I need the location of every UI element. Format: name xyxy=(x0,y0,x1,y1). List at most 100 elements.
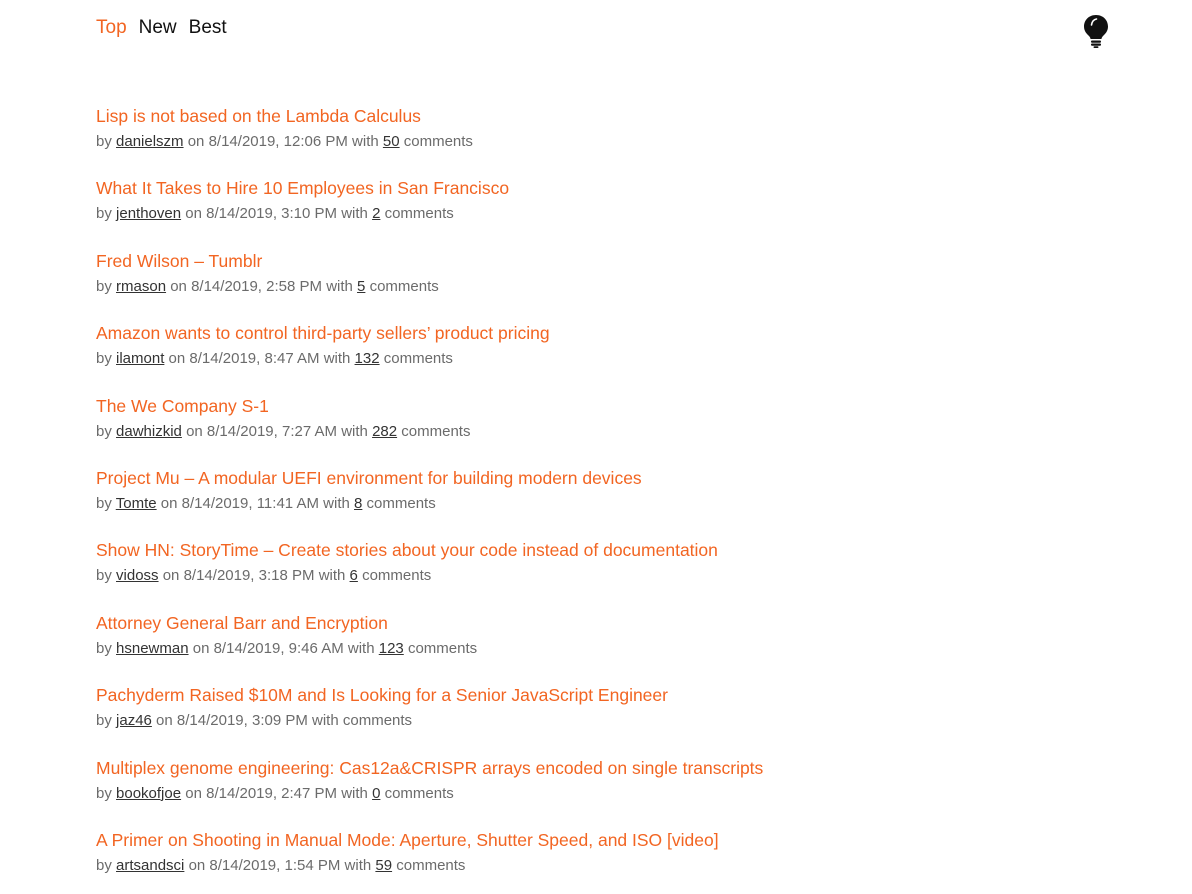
meta-with-text: with xyxy=(312,712,339,730)
meta-with-text: with xyxy=(344,856,372,874)
story-date: 8/14/2019, 9:46 AM xyxy=(213,639,344,657)
lightbulb-icon xyxy=(1084,15,1108,48)
story-item: Multiplex genome engineering: Cas12a&CRI… xyxy=(96,755,1096,827)
story-meta: by hsnewman on 8/14/2019, 9:46 AM with 1… xyxy=(96,638,1096,660)
comments-label: comments xyxy=(384,784,454,802)
comments-label: comments xyxy=(407,639,478,657)
meta-with-text: with xyxy=(352,133,379,150)
meta-with-text: with xyxy=(347,639,375,657)
story-date: 8/14/2019, 7:27 AM xyxy=(206,422,338,440)
story-title-link[interactable]: Pachyderm Raised $10M and Is Looking for… xyxy=(96,682,1096,708)
comment-count-link[interactable]: 123 xyxy=(379,640,404,657)
story-title-link[interactable]: Show HN: StoryTime – Create stories abou… xyxy=(96,537,1096,563)
meta-with-text: with xyxy=(326,277,353,295)
meta-by-text: by xyxy=(96,639,112,657)
story-date: 8/14/2019, 2:58 PM xyxy=(191,277,323,295)
meta-by-text: by xyxy=(96,784,112,802)
author-link[interactable]: vidoss xyxy=(116,567,159,584)
comment-count-link[interactable]: 282 xyxy=(372,423,397,440)
story-meta: by dawhizkid on 8/14/2019, 7:27 AM with … xyxy=(96,421,1096,443)
story-date: 8/14/2019, 11:41 AM xyxy=(181,494,319,512)
story-title-link[interactable]: Fred Wilson – Tumblr xyxy=(96,248,1096,274)
story-item: Attorney General Barr and Encryption by h… xyxy=(96,610,1096,682)
story-meta: by artsandsci on 8/14/2019, 1:54 PM with… xyxy=(96,855,1096,877)
meta-on-text: on xyxy=(185,784,202,802)
comments-label: comments xyxy=(383,350,453,368)
meta-on-text: on xyxy=(160,494,178,512)
meta-by-text: by xyxy=(96,350,112,368)
meta-by-text: by xyxy=(96,422,112,440)
story-item: Fred Wilson – Tumblr by rmason on 8/14/20… xyxy=(96,248,1096,320)
story-meta: by Tomte on 8/14/2019, 11:41 AM with 8 c… xyxy=(96,493,1096,515)
story-date: 8/14/2019, 3:09 PM xyxy=(176,712,308,730)
story-title-link[interactable]: Attorney General Barr and Encryption xyxy=(96,610,1096,636)
meta-on-text: on xyxy=(192,639,210,657)
author-link[interactable]: jenthoven xyxy=(116,205,181,222)
comments-label: comments xyxy=(403,133,473,150)
meta-by-text: by xyxy=(96,856,112,874)
author-link[interactable]: danielszm xyxy=(116,133,184,150)
top-nav: Top New Best xyxy=(96,14,227,42)
comments-label: comments xyxy=(401,422,471,440)
story-date: 8/14/2019, 3:18 PM xyxy=(183,567,315,585)
story-date: 8/14/2019, 8:47 AM xyxy=(189,350,320,368)
story-title-link[interactable]: Lisp is not based on the Lambda Calculus xyxy=(96,103,1096,129)
author-link[interactable]: hsnewman xyxy=(116,640,189,657)
meta-by-text: by xyxy=(96,205,112,223)
meta-on-text: on xyxy=(156,712,173,730)
comments-label: comments xyxy=(384,205,454,223)
comment-count-link[interactable]: 59 xyxy=(375,857,392,874)
story-meta: by bookofjoe on 8/14/2019, 2:47 PM with … xyxy=(96,783,1096,805)
meta-with-text: with xyxy=(341,784,368,802)
author-link[interactable]: dawhizkid xyxy=(116,423,182,440)
author-link[interactable]: artsandsci xyxy=(116,857,184,874)
story-item: Pachyderm Raised $10M and Is Looking for… xyxy=(96,682,1096,754)
story-date: 8/14/2019, 1:54 PM xyxy=(209,856,341,874)
story-date: 8/14/2019, 2:47 PM xyxy=(206,784,338,802)
meta-on-text: on xyxy=(186,422,203,440)
comment-count-link[interactable]: 50 xyxy=(383,133,400,150)
author-link[interactable]: rmason xyxy=(116,278,166,295)
author-link[interactable]: jaz46 xyxy=(116,712,152,729)
meta-with-text: with xyxy=(323,494,350,512)
comment-count-link[interactable]: 8 xyxy=(354,495,362,512)
meta-on-text: on xyxy=(187,133,205,150)
comment-count-link[interactable]: 2 xyxy=(372,205,380,222)
meta-on-text: on xyxy=(168,350,186,368)
story-item: What It Takes to Hire 10 Employees in Sa… xyxy=(96,175,1096,247)
theme-toggle-button[interactable] xyxy=(1082,14,1110,48)
story-title-link[interactable]: Multiplex genome engineering: Cas12a&CRI… xyxy=(96,755,1096,781)
comments-label: comments xyxy=(362,567,432,585)
comment-count-link[interactable]: 0 xyxy=(372,785,380,802)
meta-with-text: with xyxy=(323,350,351,368)
story-item: Show HN: StoryTime – Create stories abou… xyxy=(96,537,1096,609)
author-link[interactable]: bookofjoe xyxy=(116,785,181,802)
story-meta: by ilamont on 8/14/2019, 8:47 AM with 13… xyxy=(96,348,1096,370)
tab-new[interactable]: New xyxy=(139,14,177,42)
story-meta: by jaz46 on 8/14/2019, 3:09 PM with comm… xyxy=(96,710,1096,732)
author-link[interactable]: ilamont xyxy=(116,350,164,367)
story-meta: by jenthoven on 8/14/2019, 3:10 PM with … xyxy=(96,203,1096,225)
tab-best[interactable]: Best xyxy=(189,14,227,42)
meta-with-text: with xyxy=(341,422,368,440)
story-meta: by danielszm on 8/14/2019, 12:06 PM with… xyxy=(96,131,1096,153)
story-title-link[interactable]: Project Mu – A modular UEFI environment … xyxy=(96,465,1096,491)
tab-top[interactable]: Top xyxy=(96,14,127,42)
author-link[interactable]: Tomte xyxy=(116,495,157,512)
meta-by-text: by xyxy=(96,567,112,585)
meta-on-text: on xyxy=(185,205,202,223)
comment-count-link[interactable]: 132 xyxy=(355,350,380,367)
meta-by-text: by xyxy=(96,712,112,730)
comment-count-link[interactable]: 6 xyxy=(350,567,358,584)
story-title-link[interactable]: Amazon wants to control third-party sell… xyxy=(96,320,1096,346)
story-title-link[interactable]: What It Takes to Hire 10 Employees in Sa… xyxy=(96,175,1096,201)
story-title-link[interactable]: A Primer on Shooting in Manual Mode: Ape… xyxy=(96,827,1096,853)
story-list: Lisp is not based on the Lambda Calculus… xyxy=(96,103,1096,894)
story-item: Lisp is not based on the Lambda Calculus… xyxy=(96,103,1096,175)
meta-with-text: with xyxy=(341,205,368,223)
comments-label: comments xyxy=(396,856,466,874)
story-item: A Primer on Shooting in Manual Mode: Ape… xyxy=(96,827,1096,894)
story-title-link[interactable]: The We Company S-1 xyxy=(96,393,1096,419)
story-meta: by vidoss on 8/14/2019, 3:18 PM with 6 c… xyxy=(96,565,1096,587)
comment-count-link[interactable]: 5 xyxy=(357,278,365,295)
